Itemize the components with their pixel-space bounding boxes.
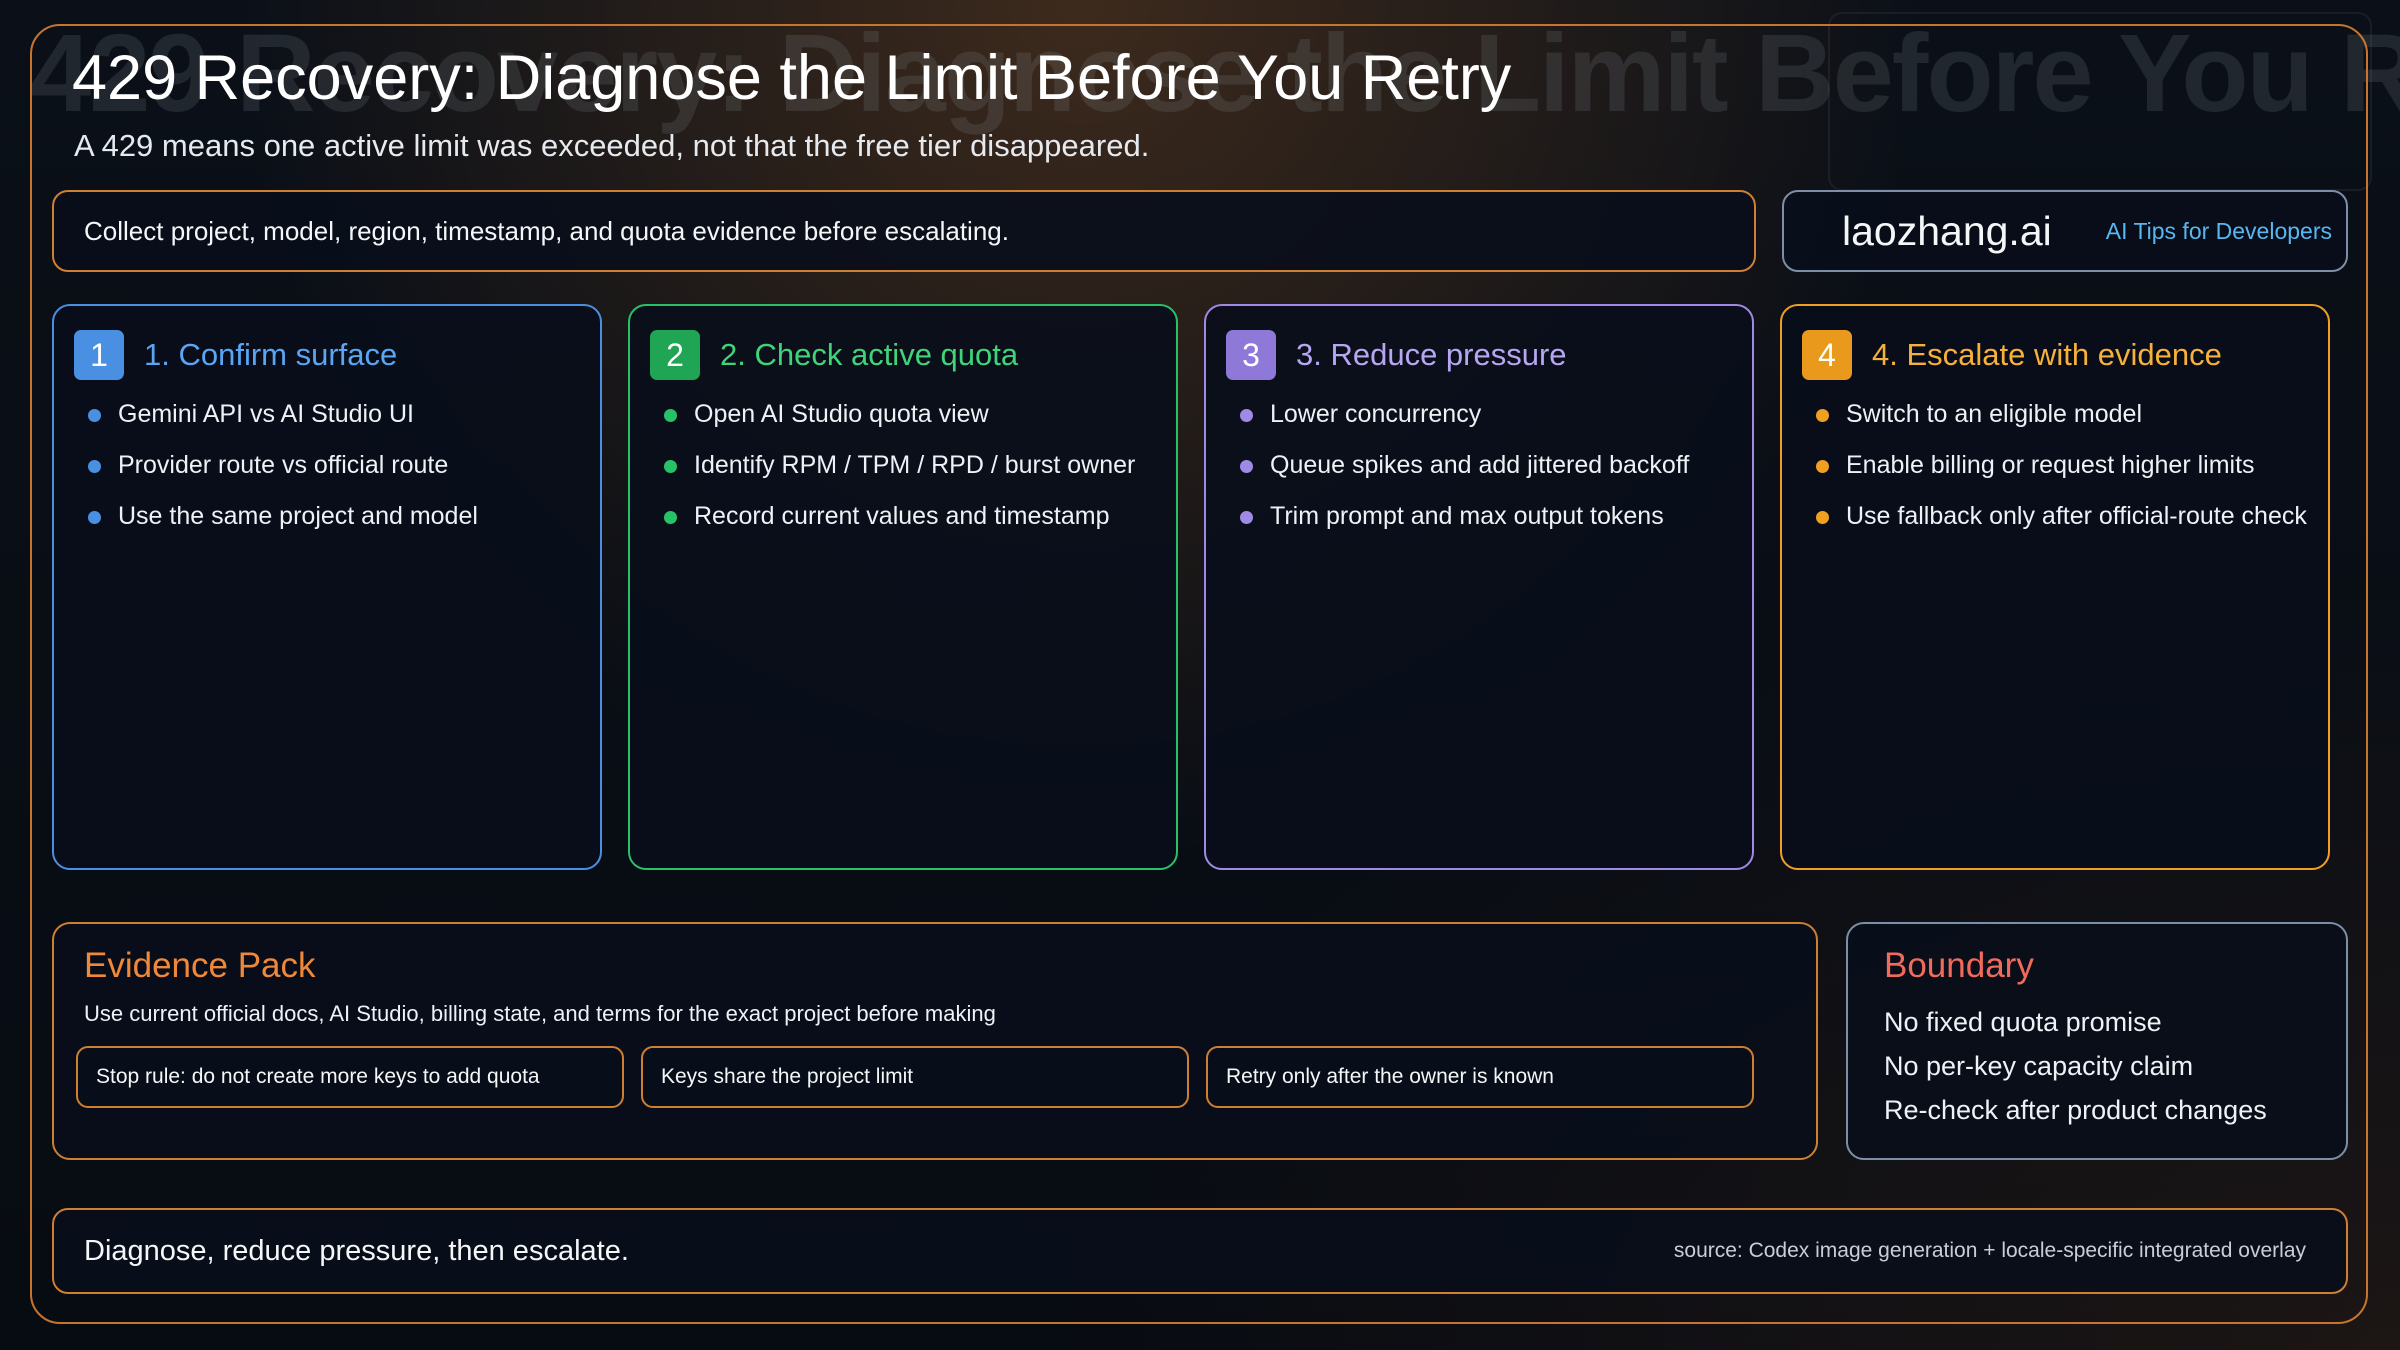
step-title: 2. Check active quota bbox=[720, 337, 1019, 372]
footer-bar: Diagnose, reduce pressure, then escalate… bbox=[52, 1208, 2348, 1294]
collect-evidence-bar: Collect project, model, region, timestam… bbox=[52, 190, 1756, 272]
step-card-check-quota: 2 2. Check active quota Open AI Studio q… bbox=[628, 304, 1178, 870]
bullet-dot-icon bbox=[664, 409, 677, 422]
page-subtitle: A 429 means one active limit was exceede… bbox=[74, 128, 1150, 163]
step-title: 1. Confirm surface bbox=[144, 337, 398, 372]
bullet-dot-icon bbox=[1816, 511, 1829, 524]
list-item: Trim prompt and max output tokens bbox=[1226, 500, 1732, 533]
evidence-pack-description: Use current official docs, AI Studio, bi… bbox=[84, 1001, 996, 1032]
bullet-dot-icon bbox=[1816, 460, 1829, 473]
page-title: 429 Recovery: Diagnose the Limit Before … bbox=[72, 43, 1512, 113]
evidence-pack-title: Evidence Pack bbox=[84, 946, 316, 985]
brand-name: laozhang.ai bbox=[1842, 207, 2052, 254]
evidence-pill-stop-rule: Stop rule: do not create more keys to ad… bbox=[76, 1046, 624, 1108]
list-item: Re-check after product changes bbox=[1884, 1095, 2267, 1125]
step-card-confirm-surface: 1 1. Confirm surface Gemini API vs AI St… bbox=[52, 304, 602, 870]
bullet-dot-icon bbox=[1240, 511, 1253, 524]
list-item: Enable billing or request higher limits bbox=[1802, 449, 2308, 482]
step-title: 4. Escalate with evidence bbox=[1872, 337, 2222, 372]
bullet-dot-icon bbox=[664, 460, 677, 473]
step-card-escalate: 4 4. Escalate with evidence Switch to an… bbox=[1780, 304, 2330, 870]
list-item: Open AI Studio quota view bbox=[650, 398, 1156, 431]
source-credit: source: Codex image generation + locale-… bbox=[1673, 1239, 2306, 1262]
brand-tagline: AI Tips for Developers bbox=[2105, 217, 2332, 244]
list-item: Use fallback only after official-route c… bbox=[1802, 500, 2308, 533]
boundary-panel: Boundary No fixed quota promise No per-k… bbox=[1846, 922, 2348, 1160]
evidence-pack-panel: Evidence Pack Use current official docs,… bbox=[52, 922, 1818, 1160]
list-item: No fixed quota promise bbox=[1884, 1007, 2162, 1037]
bullet-dot-icon bbox=[664, 511, 677, 524]
list-item: Queue spikes and add jittered backoff bbox=[1226, 449, 1732, 482]
step-card-reduce-pressure: 3 3. Reduce pressure Lower concurrency Q… bbox=[1204, 304, 1754, 870]
step-title: 3. Reduce pressure bbox=[1296, 337, 1567, 372]
footer-summary: Diagnose, reduce pressure, then escalate… bbox=[84, 1234, 629, 1267]
evidence-pill-shared-limit: Keys share the project limit bbox=[641, 1046, 1189, 1108]
evidence-pill-retry-rule: Retry only after the owner is known bbox=[1206, 1046, 1754, 1108]
list-item: No per-key capacity claim bbox=[1884, 1051, 2194, 1081]
boundary-title: Boundary bbox=[1884, 946, 2034, 985]
list-item: Identify RPM / TPM / RPD / burst owner bbox=[650, 449, 1156, 482]
bullet-dot-icon bbox=[1240, 409, 1253, 422]
list-item: Record current values and timestamp bbox=[650, 500, 1156, 533]
step-number-badge: 2 bbox=[650, 330, 700, 380]
bullet-dot-icon bbox=[88, 460, 101, 473]
list-item: Provider route vs official route bbox=[74, 449, 580, 482]
evidence-pills: Stop rule: do not create more keys to ad… bbox=[76, 1046, 1771, 1108]
step-number-badge: 1 bbox=[74, 330, 124, 380]
step-number-badge: 4 bbox=[1802, 330, 1852, 380]
bullet-dot-icon bbox=[1816, 409, 1829, 422]
bullet-dot-icon bbox=[1240, 460, 1253, 473]
brand-panel: laozhang.ai AI Tips for Developers bbox=[1782, 190, 2348, 272]
list-item: Switch to an eligible model bbox=[1802, 398, 2308, 431]
list-item: Lower concurrency bbox=[1226, 398, 1732, 431]
collect-evidence-text: Collect project, model, region, timestam… bbox=[84, 215, 1009, 246]
step-number-badge: 3 bbox=[1226, 330, 1276, 380]
list-item: Gemini API vs AI Studio UI bbox=[74, 398, 580, 431]
bullet-dot-icon bbox=[88, 409, 101, 422]
bullet-dot-icon bbox=[88, 511, 101, 524]
list-item: Use the same project and model bbox=[74, 500, 580, 533]
